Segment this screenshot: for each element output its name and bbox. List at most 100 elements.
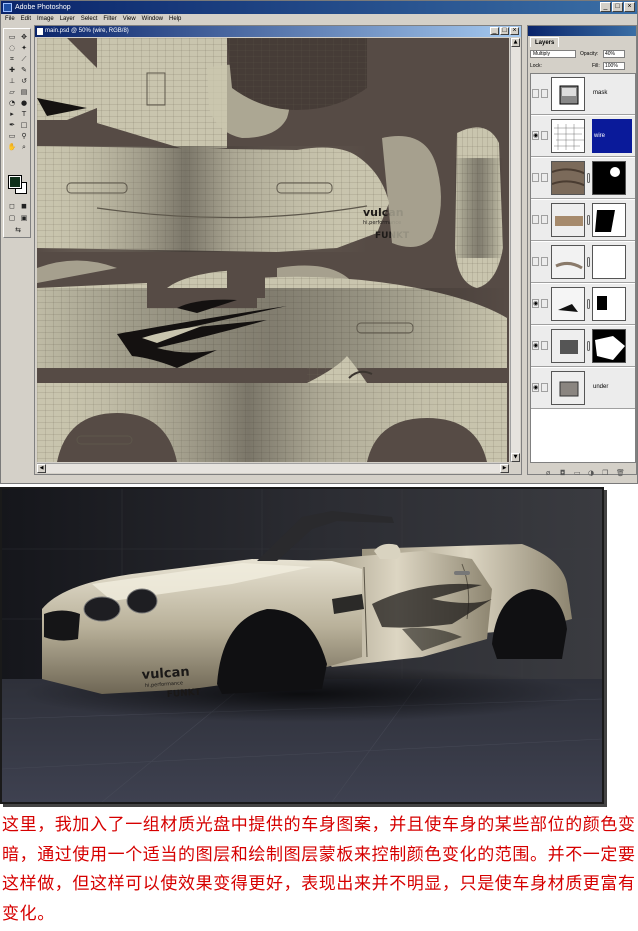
link-toggle[interactable]: [541, 299, 548, 308]
path-selection-tool-icon[interactable]: ▸: [7, 109, 17, 119]
opacity-field[interactable]: 40%: [603, 50, 625, 58]
scroll-down-icon[interactable]: ▼: [511, 453, 520, 462]
overspray-bumper-right: [382, 136, 441, 247]
menu-edit[interactable]: Edit: [21, 14, 31, 25]
visibility-toggle[interactable]: [532, 257, 539, 266]
menu-select[interactable]: Select: [81, 14, 98, 25]
type-tool-icon[interactable]: T: [19, 109, 29, 119]
mask-link-icon[interactable]: [587, 173, 590, 183]
brush-tool-icon[interactable]: ✎: [19, 65, 29, 75]
layer-row-6[interactable]: ◉: [531, 284, 635, 325]
visibility-toggle[interactable]: [532, 89, 539, 98]
menu-image[interactable]: Image: [37, 14, 54, 25]
layer-mask-thumbnail: [592, 287, 626, 321]
mask-link-icon[interactable]: [587, 341, 590, 351]
gradient-tool-icon[interactable]: ▤: [19, 87, 29, 97]
lock-label: Lock:: [530, 63, 542, 69]
foreground-color-swatch[interactable]: [8, 175, 22, 189]
color-swatches[interactable]: [8, 175, 27, 194]
link-toggle[interactable]: [541, 383, 548, 392]
mask-link-icon[interactable]: [587, 299, 590, 309]
slice-tool-icon[interactable]: ⟋: [19, 54, 29, 64]
fill-field[interactable]: 100%: [603, 62, 625, 70]
visibility-toggle[interactable]: [532, 173, 539, 182]
brush-link-icon[interactable]: [541, 131, 548, 140]
link-toggle[interactable]: [541, 89, 548, 98]
dodge-tool-icon[interactable]: ●: [19, 98, 29, 108]
visibility-eye-icon[interactable]: ◉: [532, 131, 539, 140]
mask-link-icon[interactable]: [587, 257, 590, 267]
maximize-icon[interactable]: □: [612, 2, 623, 12]
layer-mask-thumbnail: [592, 161, 626, 195]
menu-help[interactable]: Help: [169, 14, 181, 25]
adjustment-layer-icon[interactable]: ◑: [588, 469, 594, 477]
link-toggle[interactable]: [541, 173, 548, 182]
layer-row-3[interactable]: [531, 158, 635, 199]
menu-layer[interactable]: Layer: [60, 14, 75, 25]
minimize-icon[interactable]: _: [600, 2, 611, 12]
horizontal-scrollbar[interactable]: ◀ ▶: [37, 463, 509, 473]
layer-style-icon[interactable]: ø: [546, 469, 551, 477]
new-set-icon[interactable]: ▭: [574, 469, 581, 477]
standard-mode-icon[interactable]: ◻: [7, 201, 17, 211]
stamp-tool-icon[interactable]: ⊥: [7, 76, 17, 86]
link-toggle[interactable]: [541, 341, 548, 350]
link-toggle[interactable]: [541, 257, 548, 266]
new-layer-icon[interactable]: ❐: [602, 469, 608, 477]
caption-paragraph: 这里，我加入了一组材质光盘中提供的车身图案，并且使车身的某些部位的颜色变暗，通过…: [2, 815, 636, 924]
scroll-up-icon[interactable]: ▲: [511, 38, 520, 47]
zoom-tool-icon[interactable]: ⌕: [19, 142, 29, 152]
shape-tool-icon[interactable]: □: [19, 120, 29, 130]
doc-maximize-icon[interactable]: □: [500, 27, 509, 35]
photoshop-app-icon: [3, 3, 12, 12]
scroll-left-icon[interactable]: ◀: [37, 464, 46, 473]
add-mask-icon[interactable]: ◘: [560, 469, 566, 477]
layer-row-under[interactable]: ◉ under: [531, 368, 635, 409]
crop-tool-icon[interactable]: ⌗: [7, 54, 17, 64]
blend-mode-select[interactable]: Multiply: [530, 50, 576, 58]
doc-close-icon[interactable]: ×: [510, 27, 519, 35]
eraser-tool-icon[interactable]: ▱: [7, 87, 17, 97]
quick-mask-mode-icon[interactable]: ◼: [19, 201, 29, 211]
layer-thumbnail: [551, 203, 585, 237]
layer-row-5[interactable]: [531, 242, 635, 283]
magic-wand-tool-icon[interactable]: ✦: [19, 43, 29, 53]
marquee-tool-icon[interactable]: ▭: [7, 32, 17, 42]
move-tool-icon[interactable]: ✥: [19, 32, 29, 42]
delete-layer-icon[interactable]: 🗑: [616, 468, 625, 477]
screen-mode-full-icon[interactable]: ▣: [19, 213, 29, 223]
menu-view[interactable]: View: [123, 14, 136, 25]
menu-window[interactable]: Window: [142, 14, 163, 25]
layer-row-wire[interactable]: ◉ wire: [531, 116, 635, 157]
jump-to-imageready-icon[interactable]: ⇆: [13, 225, 23, 235]
menu-filter[interactable]: Filter: [103, 14, 116, 25]
lasso-tool-icon[interactable]: ◌: [7, 43, 17, 53]
layer-thumbnail: [551, 161, 585, 195]
eyedropper-tool-icon[interactable]: ⚲: [19, 131, 29, 141]
scroll-right-icon[interactable]: ▶: [500, 464, 509, 473]
doc-minimize-icon[interactable]: _: [490, 27, 499, 35]
history-brush-tool-icon[interactable]: ↺: [19, 76, 29, 86]
layer-row-4[interactable]: [531, 200, 635, 241]
blur-tool-icon[interactable]: ◔: [7, 98, 17, 108]
healing-brush-tool-icon[interactable]: ✚: [7, 65, 17, 75]
pen-tool-icon[interactable]: ✒: [7, 120, 17, 130]
visibility-eye-icon[interactable]: ◉: [532, 299, 539, 308]
notes-tool-icon[interactable]: ▭: [7, 131, 17, 141]
layer-row-7[interactable]: ◉: [531, 326, 635, 367]
layer-row-mask[interactable]: mask: [531, 74, 635, 115]
car-render-image: vulcan hi.performance FUNKT: [0, 487, 604, 804]
tab-layers[interactable]: Layers: [530, 37, 560, 47]
screen-mode-standard-icon[interactable]: ▢: [7, 213, 17, 223]
visibility-eye-icon[interactable]: ◉: [532, 341, 539, 350]
vertical-scrollbar[interactable]: ▲ ▼: [510, 38, 520, 462]
close-icon[interactable]: ×: [624, 2, 635, 12]
link-toggle[interactable]: [541, 215, 548, 224]
texture-canvas[interactable]: vulcan hi.performance FUNKT: [37, 38, 509, 462]
visibility-toggle[interactable]: [532, 215, 539, 224]
hand-tool-icon[interactable]: ✋: [7, 142, 17, 152]
mask-link-icon[interactable]: [587, 215, 590, 225]
menu-file[interactable]: File: [5, 14, 15, 25]
visibility-eye-icon[interactable]: ◉: [532, 383, 539, 392]
car-render-scene: vulcan hi.performance FUNKT: [2, 489, 602, 802]
